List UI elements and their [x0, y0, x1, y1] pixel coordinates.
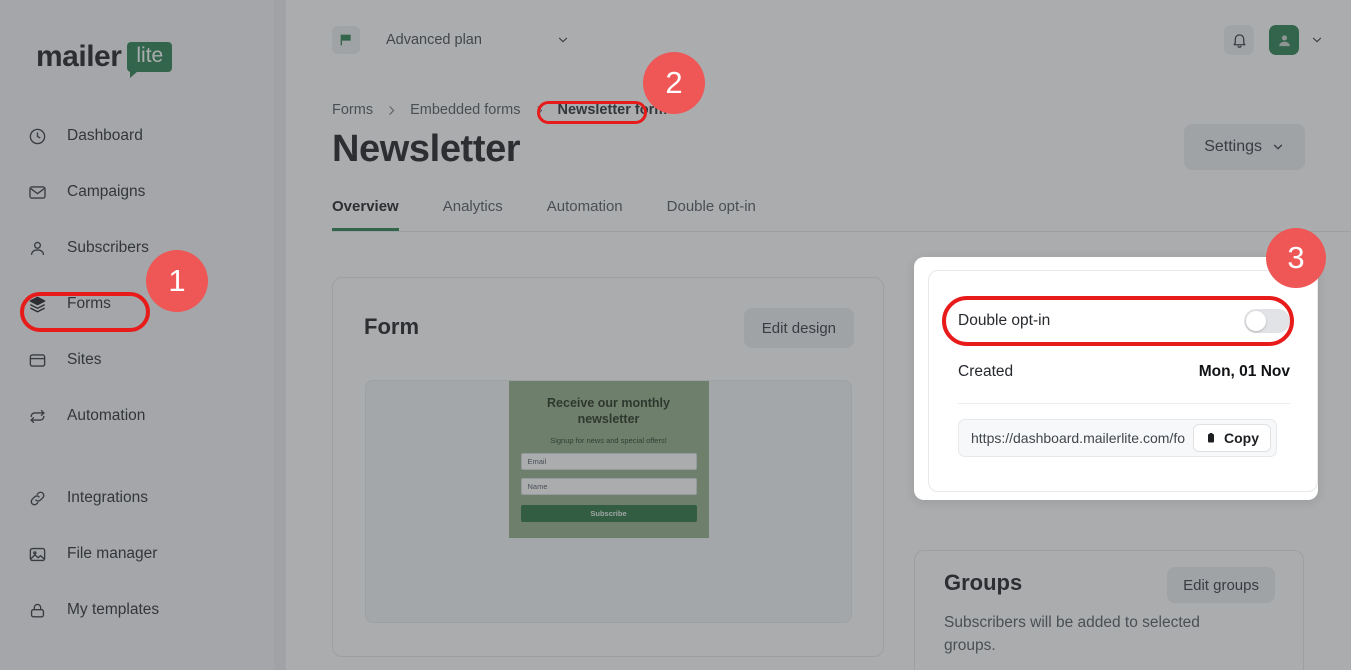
browser-icon — [28, 351, 47, 370]
sidebar-item-file-manager[interactable]: File manager — [18, 538, 262, 570]
double-opt-in-toggle[interactable] — [1244, 309, 1290, 333]
edit-design-button[interactable]: Edit design — [743, 308, 854, 348]
form-url-value: https://dashboard.mailerlite.com/fo — [971, 430, 1185, 446]
sidebar-item-integrations[interactable]: Integrations — [18, 482, 262, 514]
preview-email-field[interactable]: Email — [520, 452, 697, 470]
form-card: Form Edit design Receive our monthly new… — [332, 277, 884, 657]
sidebar-item-sites[interactable]: Sites — [18, 344, 262, 376]
sidebar-item-automation[interactable]: Automation — [18, 400, 262, 432]
sidebar-item-label: Integrations — [67, 489, 148, 506]
preview-name-field[interactable]: Name — [520, 477, 697, 495]
link-icon — [28, 489, 47, 508]
breadcrumb-newsletter-form[interactable]: Newsletter form — [558, 102, 668, 118]
nav-divider-gap — [0, 456, 280, 482]
chevron-down-icon — [1312, 37, 1322, 43]
sidebar-item-label: Subscribers — [67, 239, 149, 256]
user-avatar-icon — [1276, 32, 1293, 49]
preview-subscribe-button[interactable]: Subscribe — [520, 504, 697, 522]
chevron-down-icon — [1271, 140, 1285, 154]
account-avatar-button[interactable] — [1269, 25, 1299, 55]
copy-button-label: Copy — [1224, 430, 1259, 446]
sidebar-item-label: Sites — [67, 351, 102, 368]
app-root: mailer lite Dashboard Campaigns Subscrib… — [0, 0, 1351, 670]
preview-heading: Receive our monthly newsletter — [547, 396, 670, 427]
refresh-icon — [28, 407, 47, 426]
double-opt-in-card: Double opt-in Created Mon, 01 Nov https:… — [928, 270, 1318, 492]
sidebar-item-campaigns[interactable]: Campaigns — [18, 176, 262, 208]
double-opt-in-row[interactable]: Double opt-in — [958, 299, 1290, 343]
form-preview: Receive our monthly newsletter Signup fo… — [365, 380, 852, 623]
double-opt-in-label: Double opt-in — [958, 312, 1051, 329]
edit-groups-button[interactable]: Edit groups — [1167, 567, 1275, 603]
chevron-right-icon — [385, 104, 398, 117]
sidebar-item-label: My templates — [67, 601, 160, 618]
double-opt-in-card-spotlight: Double opt-in Created Mon, 01 Nov https:… — [914, 257, 1318, 500]
tab-bar: Overview Analytics Automation Double opt… — [332, 192, 1351, 232]
sidebar-nav: Dashboard Campaigns Subscribers Forms Si… — [0, 120, 280, 650]
logo-text-mailer: mailer — [36, 40, 122, 73]
sidebar-scrollbar-track[interactable] — [274, 0, 559, 670]
tab-overview[interactable]: Overview — [332, 198, 399, 231]
lock-icon — [28, 601, 47, 620]
chevron-down-icon[interactable] — [556, 33, 570, 47]
clipboard-icon — [1205, 432, 1217, 444]
breadcrumb: Forms Embedded forms Newsletter form — [332, 102, 667, 118]
top-bar: Advanced plan — [286, 0, 1351, 80]
sidebar-item-label: File manager — [67, 545, 158, 562]
image-icon — [28, 545, 47, 564]
preview-subheading: Signup for news and special offers! — [550, 435, 667, 445]
mailerlite-logo[interactable]: mailer lite — [36, 40, 173, 78]
account-menu-caret[interactable] — [1310, 33, 1324, 47]
breadcrumb-embedded-forms[interactable]: Embedded forms — [410, 102, 520, 118]
tab-analytics[interactable]: Analytics — [443, 198, 503, 231]
plan-label: Advanced plan — [386, 32, 482, 48]
page-title: Newsletter — [332, 128, 521, 170]
sidebar: mailer lite Dashboard Campaigns Subscrib… — [0, 0, 280, 670]
envelope-icon — [28, 183, 47, 202]
sidebar-item-label: Dashboard — [67, 127, 143, 144]
sidebar-item-forms[interactable]: Forms — [18, 288, 262, 320]
form-card-title: Form — [364, 314, 419, 339]
settings-button[interactable]: Settings — [1184, 124, 1305, 170]
plan-selector[interactable]: Advanced plan — [332, 26, 570, 54]
logo-badge-lite: lite — [127, 42, 173, 78]
chevron-right-icon — [533, 104, 546, 117]
created-label: Created — [958, 363, 1014, 380]
notifications-button[interactable] — [1224, 25, 1254, 55]
sidebar-item-label: Forms — [67, 295, 111, 312]
sidebar-item-subscribers[interactable]: Subscribers — [18, 232, 262, 264]
toggle-knob — [1246, 311, 1266, 331]
groups-card-title: Groups — [944, 570, 1023, 595]
created-row: Created Mon, 01 Nov — [958, 363, 1290, 404]
form-preview-body: Receive our monthly newsletter Signup fo… — [508, 381, 709, 538]
created-value: Mon, 01 Nov — [1198, 363, 1290, 380]
layers-icon — [28, 295, 47, 314]
sidebar-item-label: Campaigns — [67, 183, 146, 200]
form-url-box[interactable]: https://dashboard.mailerlite.com/fo Copy — [958, 419, 1277, 457]
copy-url-button[interactable]: Copy — [1193, 424, 1271, 452]
sidebar-item-dashboard[interactable]: Dashboard — [18, 120, 262, 152]
person-icon — [28, 239, 47, 258]
green-flag-icon — [332, 26, 360, 54]
tab-double-opt-in[interactable]: Double opt-in — [667, 198, 756, 231]
sidebar-item-label: Automation — [67, 407, 146, 424]
breadcrumb-forms[interactable]: Forms — [332, 102, 373, 118]
tab-automation[interactable]: Automation — [547, 198, 623, 231]
clock-icon — [28, 127, 47, 146]
bell-icon — [1231, 32, 1248, 49]
groups-description: Subscribers will be added to selected gr… — [944, 614, 1200, 655]
settings-button-label: Settings — [1204, 138, 1262, 155]
sidebar-item-my-templates[interactable]: My templates — [18, 594, 262, 626]
groups-card: Groups Edit groups Subscribers will be a… — [914, 550, 1304, 670]
